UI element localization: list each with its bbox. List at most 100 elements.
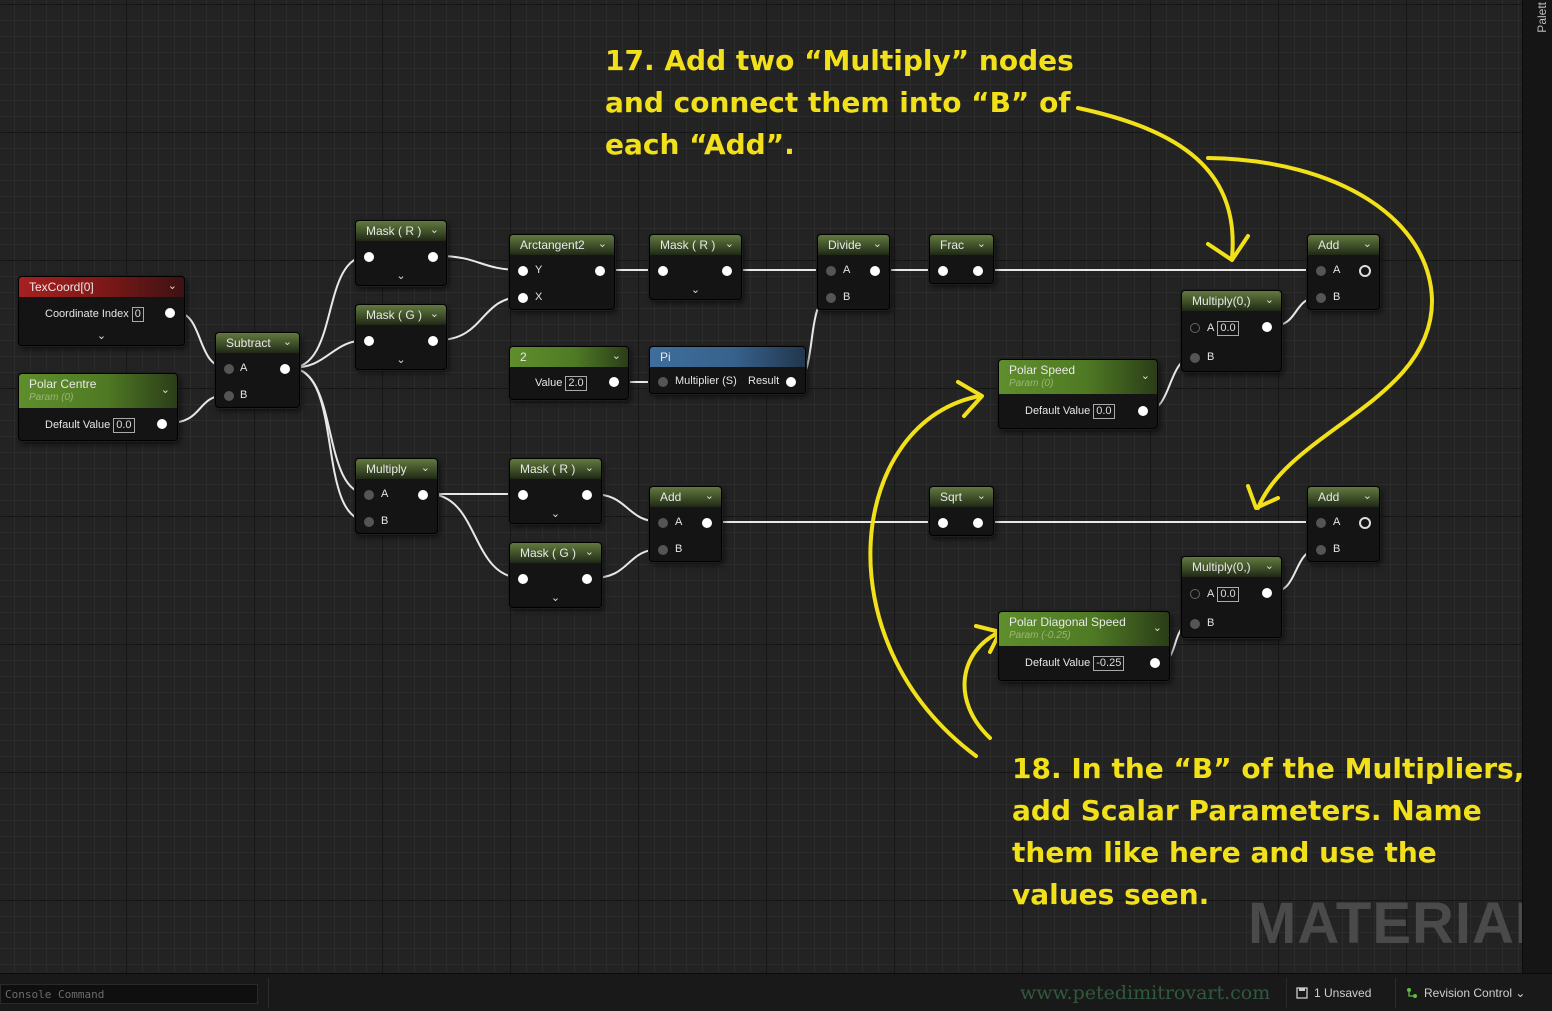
chevron-down-icon[interactable]	[873, 237, 882, 250]
chevron-down-icon[interactable]	[705, 489, 714, 502]
output-pin[interactable]	[157, 419, 167, 429]
unsaved-button[interactable]: 1 Unsaved	[1296, 986, 1371, 1000]
output-pin[interactable]	[973, 266, 983, 276]
chevron-down-icon[interactable]	[1363, 489, 1372, 502]
chevron-down-icon[interactable]	[430, 223, 439, 236]
output-pin[interactable]	[1359, 265, 1371, 277]
expand-chevron-icon[interactable]	[97, 331, 106, 341]
revision-control-button[interactable]: Revision Control ⌄	[1406, 986, 1525, 1000]
chevron-down-icon[interactable]	[421, 461, 430, 474]
node-mask-r[interactable]: Mask ( R )	[355, 220, 447, 286]
input-pin[interactable]	[518, 574, 528, 584]
chevron-down-icon[interactable]	[598, 237, 607, 250]
output-pin[interactable]	[595, 266, 605, 276]
input-pin-multiplier[interactable]	[658, 377, 668, 387]
input-pin-b[interactable]	[658, 545, 668, 555]
input-pin-b[interactable]	[1316, 293, 1326, 303]
expand-chevron-icon[interactable]	[551, 509, 560, 519]
input-pin[interactable]	[364, 252, 374, 262]
chevron-down-icon[interactable]	[430, 307, 439, 320]
input-pin-a[interactable]	[658, 518, 668, 528]
node-multiply-bottom[interactable]: Multiply(0,) A0.0 B	[1181, 556, 1282, 638]
output-pin[interactable]	[1262, 322, 1272, 332]
input-pin-a[interactable]	[364, 490, 374, 500]
node-multiply-top[interactable]: Multiply(0,) A0.0 B	[1181, 290, 1282, 372]
node-mask-g[interactable]: Mask ( G )	[355, 304, 447, 370]
material-graph-canvas[interactable]: TexCoord[0] Coordinate Index0 Polar Cent…	[0, 0, 1522, 973]
palette-tab[interactable]: Palett	[1535, 2, 1549, 33]
chevron-down-icon[interactable]	[1265, 293, 1274, 306]
input-pin-b[interactable]	[364, 517, 374, 527]
chevron-down-icon[interactable]	[977, 237, 986, 250]
input-pin-x[interactable]	[518, 293, 528, 303]
input-pin-y[interactable]	[518, 266, 528, 276]
value-field[interactable]: 2.0	[565, 376, 587, 391]
default-value-field[interactable]: 0.0	[113, 418, 135, 433]
default-value-field[interactable]: -0.25	[1093, 656, 1125, 671]
output-pin[interactable]	[428, 252, 438, 262]
node-add[interactable]: Add A B	[1307, 486, 1380, 562]
chevron-down-icon[interactable]	[977, 489, 986, 502]
output-pin[interactable]	[870, 266, 880, 276]
input-pin-b[interactable]	[1316, 545, 1326, 555]
input-pin-a[interactable]	[224, 364, 234, 374]
output-pin[interactable]	[702, 518, 712, 528]
input-pin-a[interactable]	[1316, 266, 1326, 276]
output-pin[interactable]	[582, 490, 592, 500]
input-pin[interactable]	[658, 266, 668, 276]
node-add[interactable]: Add A B	[649, 486, 722, 562]
output-pin[interactable]	[165, 308, 175, 318]
node-arctangent2[interactable]: Arctangent2 Y X	[509, 234, 615, 310]
input-pin-b[interactable]	[826, 293, 836, 303]
console-command-input[interactable]: Console Command	[0, 984, 258, 1004]
input-pin-a[interactable]	[826, 266, 836, 276]
chevron-down-icon[interactable]	[1153, 621, 1162, 634]
input-pin-b[interactable]	[1190, 619, 1200, 629]
node-texcoord[interactable]: TexCoord[0] Coordinate Index0	[18, 276, 185, 346]
chevron-down-icon[interactable]	[1141, 369, 1150, 382]
input-pin-a[interactable]	[1316, 518, 1326, 528]
output-pin[interactable]	[582, 574, 592, 584]
output-pin[interactable]	[280, 364, 290, 374]
chevron-down-icon[interactable]	[1363, 237, 1372, 250]
expand-chevron-icon[interactable]	[691, 285, 700, 295]
output-pin[interactable]	[428, 336, 438, 346]
coordinate-index-field[interactable]: 0	[131, 307, 144, 322]
input-pin[interactable]	[364, 336, 374, 346]
chevron-down-icon[interactable]	[585, 461, 594, 474]
input-pin[interactable]	[938, 266, 948, 276]
chevron-down-icon[interactable]	[161, 383, 170, 396]
output-pin[interactable]	[1262, 588, 1272, 598]
chevron-down-icon[interactable]	[168, 279, 177, 292]
output-pin[interactable]	[1138, 406, 1148, 416]
node-polar-diagonal-speed[interactable]: Polar Diagonal SpeedParam (-0.25) Defaul…	[998, 611, 1170, 681]
node-subtract[interactable]: Subtract A B	[215, 332, 300, 408]
chevron-down-icon[interactable]	[585, 545, 594, 558]
node-polar-speed[interactable]: Polar SpeedParam (0) Default Value0.0	[998, 359, 1158, 429]
node-multiply[interactable]: Multiply A B	[355, 458, 438, 534]
output-pin[interactable]	[973, 518, 983, 528]
node-mask-r[interactable]: Mask ( R )	[509, 458, 602, 524]
chevron-down-icon[interactable]	[725, 237, 734, 250]
input-pin[interactable]	[518, 490, 528, 500]
output-pin[interactable]	[1150, 658, 1160, 668]
input-pin-a[interactable]	[1190, 589, 1200, 599]
chevron-down-icon[interactable]	[283, 335, 292, 348]
chevron-down-icon[interactable]	[612, 349, 621, 362]
default-value-field[interactable]: 0.0	[1093, 404, 1115, 419]
expand-chevron-icon[interactable]	[551, 593, 560, 603]
node-add[interactable]: Add A B	[1307, 234, 1380, 310]
input-pin[interactable]	[938, 518, 948, 528]
output-pin[interactable]	[1359, 517, 1371, 529]
input-pin-a[interactable]	[1190, 323, 1200, 333]
node-mask-r[interactable]: Mask ( R )	[649, 234, 742, 300]
output-pin[interactable]	[609, 377, 619, 387]
output-pin[interactable]	[722, 266, 732, 276]
node-polar-centre[interactable]: Polar CentreParam (0) Default Value0.0	[18, 373, 178, 441]
expand-chevron-icon[interactable]	[396, 271, 405, 281]
expand-chevron-icon[interactable]	[396, 355, 405, 365]
node-frac[interactable]: Frac	[929, 234, 994, 284]
node-pi[interactable]: Pi Multiplier (S) Result	[649, 346, 806, 394]
output-pin[interactable]	[786, 377, 796, 387]
node-mask-g[interactable]: Mask ( G )	[509, 542, 602, 608]
